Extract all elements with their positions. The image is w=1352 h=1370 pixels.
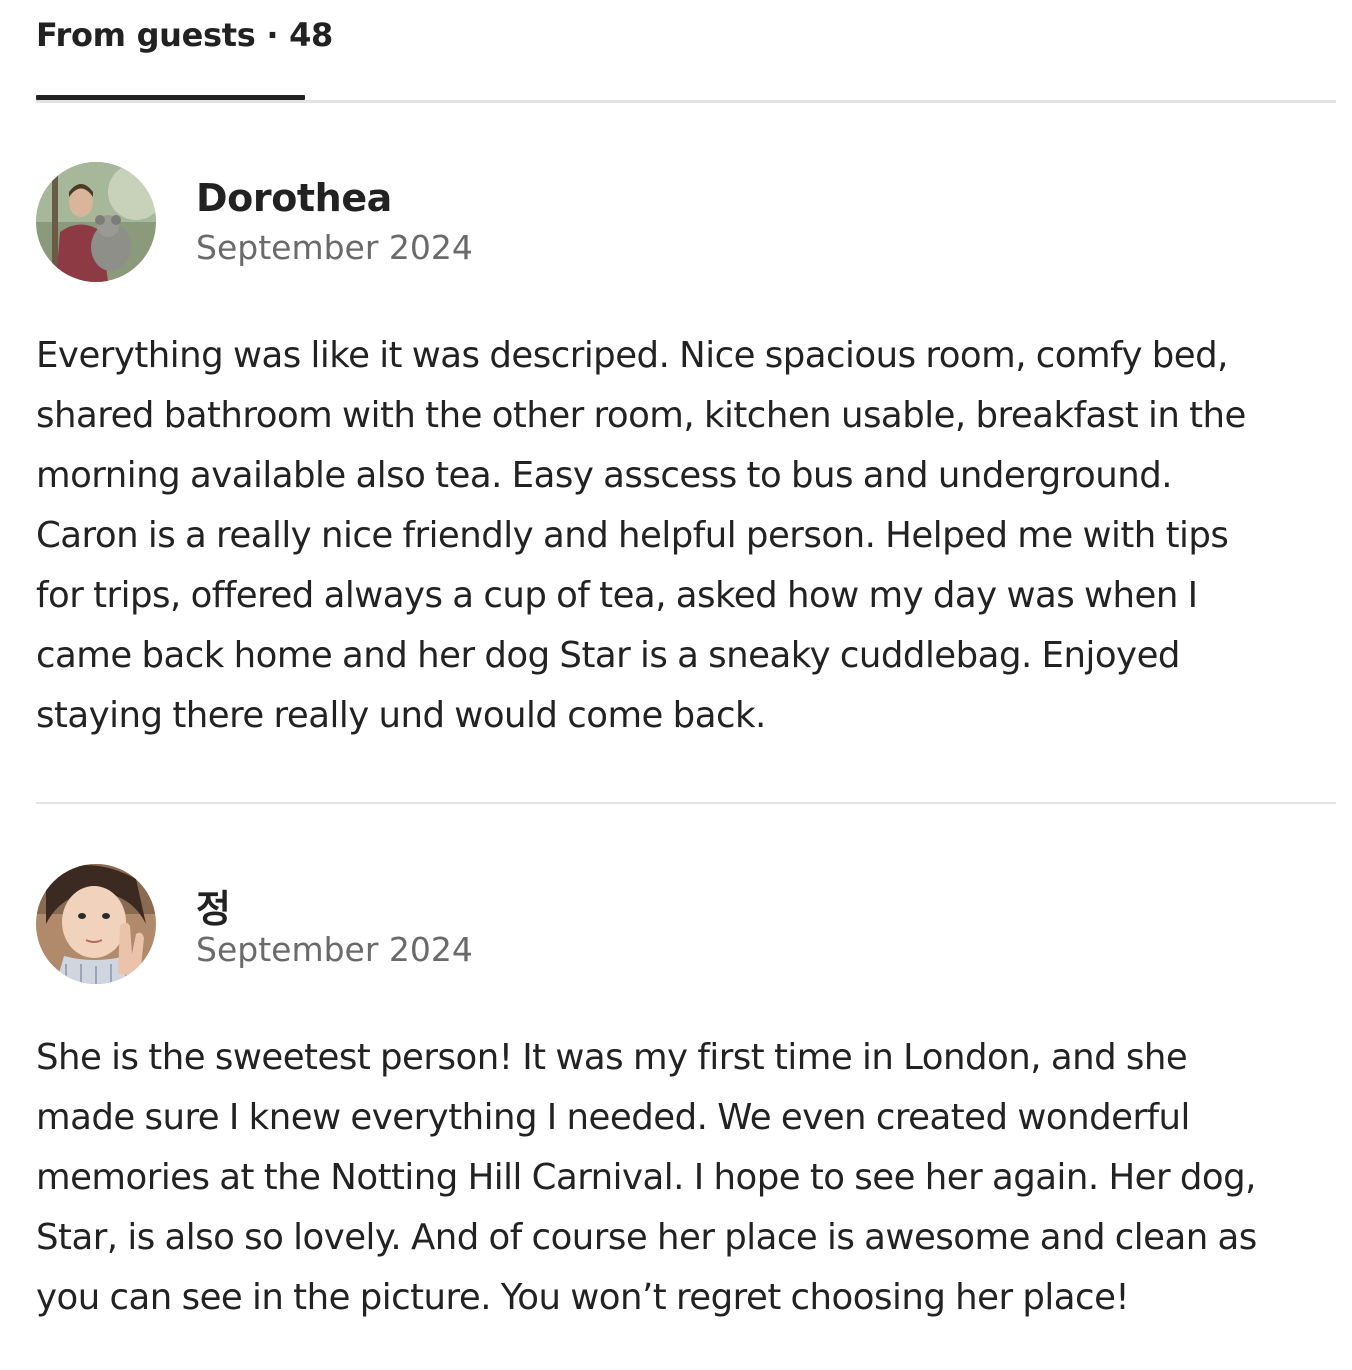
reviewer-name: 정	[196, 887, 231, 931]
review-text-line: memories at the Notting Hill Carnival. I…	[36, 1157, 1256, 1198]
reviewer-name: Dorothea	[196, 176, 392, 220]
review-text-line: came back home and her dog Star is a sne…	[36, 635, 1180, 676]
tab-from-guests[interactable]: From guests · 48	[36, 16, 333, 54]
review-text-line: shared bathroom with the other room, kit…	[36, 395, 1246, 436]
review-text-line: She is the sweetest person! It was my fi…	[36, 1037, 1188, 1078]
review-tabs: From guests · 48	[36, 0, 1336, 103]
avatar-photo	[36, 162, 156, 282]
avatar-photo	[36, 864, 156, 984]
avatar[interactable]	[36, 162, 156, 282]
review-text-line: Star, is also so lovely. And of course h…	[36, 1217, 1257, 1258]
review-date: September 2024	[196, 930, 473, 969]
active-tab-indicator	[36, 95, 305, 100]
review-text: Everything was like it was descriped. Ni…	[36, 326, 1336, 746]
review-text-line: morning available also tea. Easy asscess…	[36, 455, 1173, 496]
review-text-line: staying there really und would come back…	[36, 695, 766, 736]
review-divider	[36, 802, 1336, 804]
review-text-line: Everything was like it was descriped. Ni…	[36, 335, 1228, 376]
review-text-line: for trips, offered always a cup of tea, …	[36, 575, 1198, 616]
review-text-line: Caron is a really nice friendly and help…	[36, 515, 1229, 556]
avatar[interactable]	[36, 864, 156, 984]
review-text-line: you can see in the picture. You won’t re…	[36, 1277, 1130, 1318]
review-text-line: made sure I knew everything I needed. We…	[36, 1097, 1190, 1138]
review-text: She is the sweetest person! It was my fi…	[36, 1028, 1336, 1328]
tab-divider	[36, 100, 1336, 103]
review-date: September 2024	[196, 228, 473, 267]
